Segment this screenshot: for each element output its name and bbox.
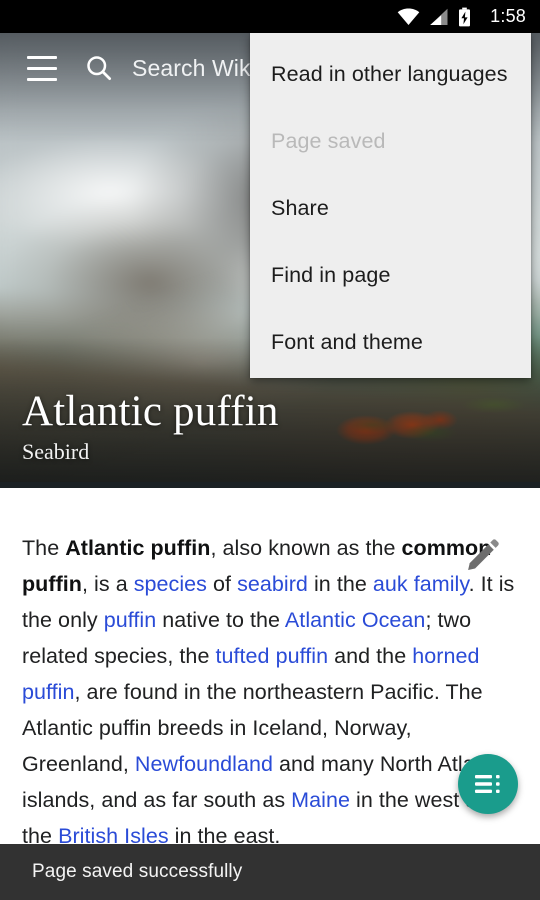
status-icons: 1:58 xyxy=(397,6,526,27)
pencil-edit-icon[interactable] xyxy=(464,536,502,574)
lead-paragraph: The Atlantic puffin, also known as the c… xyxy=(22,530,518,854)
snackbar-message: Page saved successfully xyxy=(32,861,243,882)
cell-signal-icon xyxy=(430,8,448,25)
hamburger-bar-3 xyxy=(27,77,57,81)
hamburger-menu-icon[interactable] xyxy=(14,40,70,96)
search-input[interactable]: Search Wik xyxy=(132,55,251,82)
paragraph-span: native to the xyxy=(156,608,285,632)
overflow-menu: Read in other languages Page saved Share… xyxy=(250,33,531,378)
article-link[interactable]: puffin xyxy=(104,608,157,632)
article-link[interactable]: Newfoundland xyxy=(135,752,273,776)
paragraph-span: and the xyxy=(328,644,413,668)
article-link[interactable]: tufted puffin xyxy=(215,644,328,668)
article-link[interactable]: species xyxy=(134,572,207,596)
menu-item-read-in-other-languages[interactable]: Read in other languages xyxy=(250,41,531,108)
status-bar-clock: 1:58 xyxy=(490,6,526,26)
table-of-contents-fab[interactable] xyxy=(458,754,518,814)
paragraph-span: in the xyxy=(307,572,373,596)
page-title: Atlantic puffin xyxy=(22,388,279,435)
hero-title-block: Atlantic puffin Seabird xyxy=(22,388,279,466)
page-subtitle: Seabird xyxy=(22,439,90,464)
paragraph-text: The Atlantic puffin, also known as the c… xyxy=(22,536,514,848)
paragraph-span: of xyxy=(206,572,238,596)
status-bar: 1:58 xyxy=(0,0,540,33)
search-icon xyxy=(87,56,111,80)
menu-item-share[interactable]: Share xyxy=(250,175,531,242)
hero-bottom-edge xyxy=(0,482,540,488)
article-link[interactable]: Maine xyxy=(291,788,350,812)
article-link[interactable]: auk family xyxy=(373,572,469,596)
hamburger-bar-1 xyxy=(27,55,57,59)
paragraph-span: The xyxy=(22,536,66,560)
menu-item-find-in-page[interactable]: Find in page xyxy=(250,242,531,309)
paragraph-span: , also known as the xyxy=(210,536,402,560)
menu-item-font-and-theme[interactable]: Font and theme xyxy=(250,309,531,376)
article-link[interactable]: Atlantic Ocean xyxy=(285,608,426,632)
snackbar: Page saved successfully xyxy=(0,844,540,900)
table-of-contents-icon xyxy=(475,775,500,793)
wifi-icon xyxy=(397,8,420,25)
article-link[interactable]: seabird xyxy=(237,572,308,596)
hamburger-bar-2 xyxy=(27,66,57,70)
article-content: The Atlantic puffin, also known as the c… xyxy=(0,488,540,900)
paragraph-bold: Atlantic puffin xyxy=(65,536,211,560)
paragraph-span: , is a xyxy=(82,572,134,596)
menu-item-page-saved: Page saved xyxy=(271,129,386,153)
battery-charging-icon xyxy=(459,7,471,26)
